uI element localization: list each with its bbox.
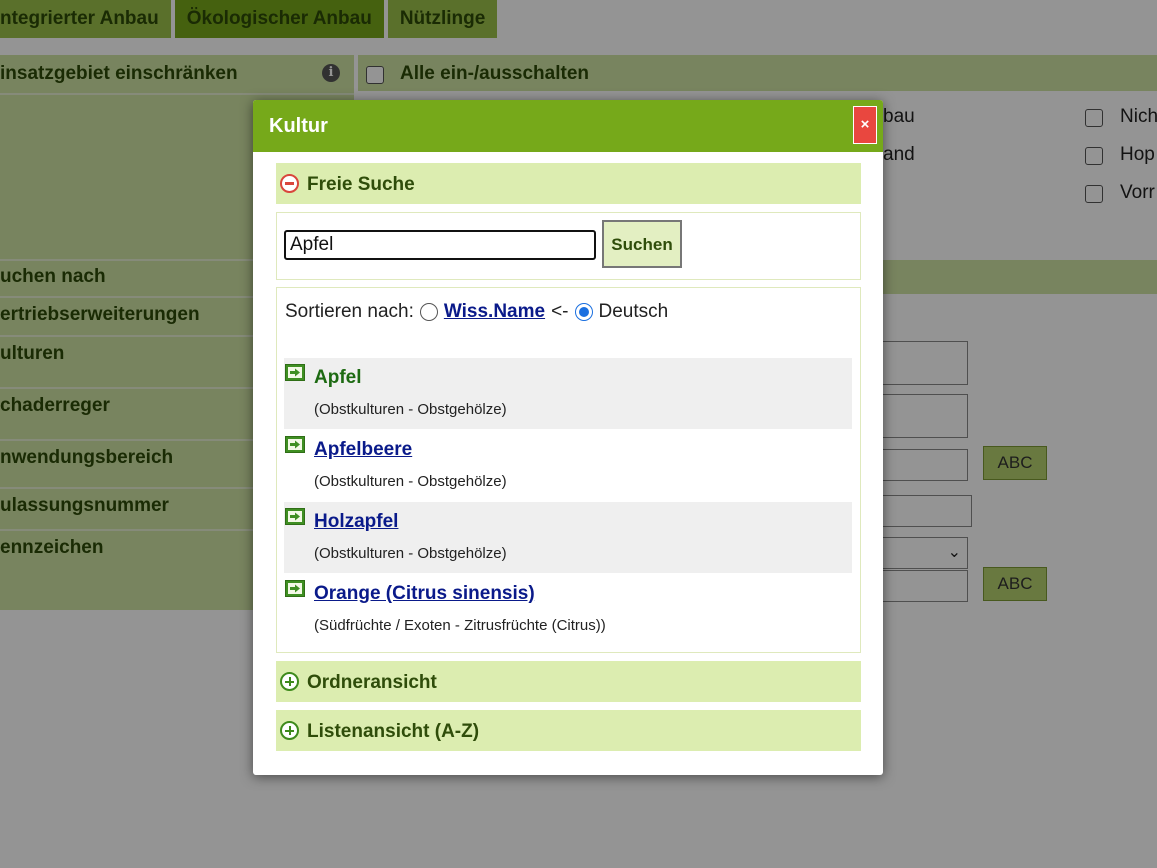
- expand-icon: [280, 672, 299, 691]
- search-panel: Suchen: [276, 212, 861, 280]
- select-arrow-icon[interactable]: [285, 364, 305, 381]
- close-button[interactable]: ×: [853, 106, 877, 144]
- result-name[interactable]: Orange (Citrus sinensis): [314, 583, 535, 605]
- list-view-label: Listenansicht (A-Z): [307, 721, 480, 742]
- sort-label: Sortieren nach:: [285, 301, 414, 322]
- result-category: (Südfrüchte / Exoten - Zitrusfrüchte (Ci…: [314, 617, 606, 634]
- select-arrow-icon[interactable]: [285, 580, 305, 597]
- select-arrow-icon[interactable]: [285, 508, 305, 525]
- result-name[interactable]: Apfelbeere: [314, 439, 412, 461]
- folder-view-section-header[interactable]: Ordneransicht: [276, 661, 861, 702]
- sort-de-radio[interactable]: [574, 303, 593, 321]
- sort-sci-radio[interactable]: [419, 303, 438, 321]
- result-category: (Obstkulturen - Obstgehölze): [314, 545, 507, 562]
- free-search-section-header[interactable]: Freie Suche: [276, 163, 861, 204]
- dialog-title: Kultur: [269, 115, 328, 137]
- result-category: (Obstkulturen - Obstgehölze): [314, 401, 507, 418]
- collapse-icon: [280, 174, 299, 193]
- result-item[interactable]: Apfel (Obstkulturen - Obstgehölze): [284, 358, 852, 429]
- culture-dialog: Kultur × Freie Suche Suchen Sortieren na…: [253, 100, 883, 775]
- expand-icon: [280, 721, 299, 740]
- sort-row: Sortieren nach: Wiss.Name <- Deutsch: [285, 301, 668, 323]
- free-search-label: Freie Suche: [307, 174, 415, 195]
- result-name: Apfel: [314, 367, 362, 388]
- result-item[interactable]: Holzapfel (Obstkulturen - Obstgehölze): [284, 502, 852, 573]
- result-name[interactable]: Holzapfel: [314, 511, 398, 533]
- dialog-header: Kultur ×: [253, 100, 883, 152]
- result-category: (Obstkulturen - Obstgehölze): [314, 473, 507, 490]
- sort-arrow: <-: [551, 301, 569, 322]
- list-view-section-header[interactable]: Listenansicht (A-Z): [276, 710, 861, 751]
- folder-view-label: Ordneransicht: [307, 672, 437, 693]
- sort-de-label: Deutsch: [598, 301, 669, 322]
- select-arrow-icon[interactable]: [285, 436, 305, 453]
- search-button[interactable]: Suchen: [602, 220, 682, 268]
- result-item[interactable]: Apfelbeere (Obstkulturen - Obstgehölze): [284, 430, 852, 501]
- sort-sci-link[interactable]: Wiss.Name: [444, 301, 545, 323]
- search-input[interactable]: [284, 230, 596, 260]
- result-item[interactable]: Orange (Citrus sinensis) (Südfrüchte / E…: [284, 574, 852, 645]
- results-panel: Sortieren nach: Wiss.Name <- Deutsch Apf…: [276, 287, 861, 653]
